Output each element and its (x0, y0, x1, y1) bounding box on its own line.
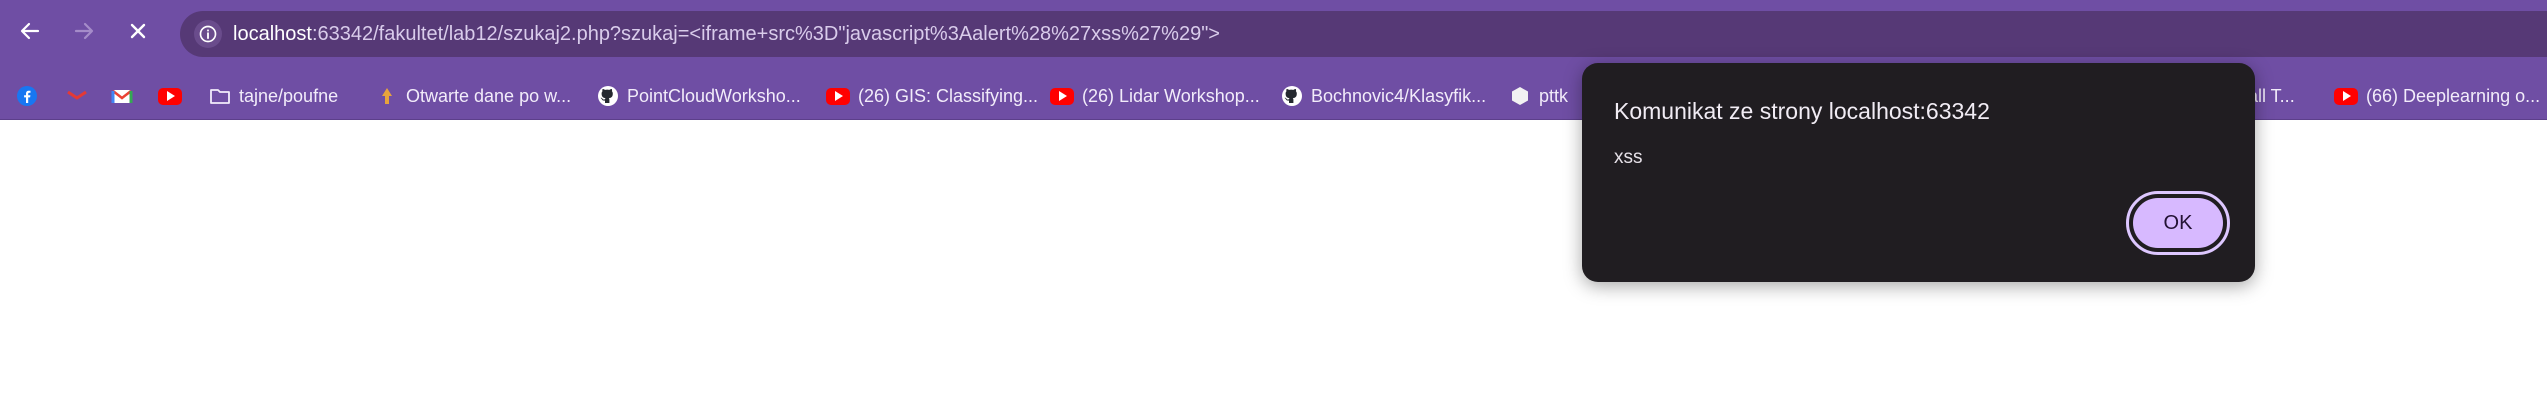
dialog-message: xss (1614, 147, 1643, 168)
bookmark-label: tajne/poufne (239, 85, 339, 106)
dialog-title: Komunikat ze strony localhost:63342 (1614, 98, 1990, 124)
bookmark-youtube[interactable] (158, 83, 182, 109)
folder-icon (209, 85, 231, 107)
facebook-icon (16, 85, 38, 107)
youtube-icon (1050, 87, 1074, 105)
bookmark-facebook[interactable] (16, 83, 38, 109)
ok-button-focus-ring: OK (2126, 191, 2230, 255)
site-icon (376, 85, 398, 107)
bookmark-bochnovic[interactable]: Bochnovic4/Klasyfik... (1281, 83, 1486, 109)
bookmark-label: pttk (1539, 85, 1569, 106)
alert-dialog: Komunikat ze strony localhost:63342 xss … (1582, 63, 2255, 282)
youtube-icon (158, 87, 182, 105)
bookmark-label: Otwarte dane po w... (406, 85, 572, 106)
bookmark-gis-classifying[interactable]: (26) GIS: Classifying... (826, 83, 1038, 109)
bookmark-label: (26) Lidar Workshop... (1082, 85, 1260, 106)
bookmark-mail[interactable] (66, 83, 88, 109)
bookmark-lidar-workshop[interactable]: (26) Lidar Workshop... (1050, 83, 1260, 109)
url-host: localhost (233, 23, 312, 45)
forward-arrow-icon (74, 22, 94, 40)
youtube-icon (2334, 87, 2358, 105)
youtube-icon (826, 87, 850, 105)
gmail-icon (111, 85, 133, 107)
bookmark-otwarte-dane[interactable]: Otwarte dane po w... (376, 83, 571, 109)
bookmark-gmail[interactable] (111, 83, 133, 109)
bookmark-folder[interactable]: tajne/poufne (209, 83, 338, 109)
info-icon (199, 25, 217, 43)
bookmark-pointcloud[interactable]: PointCloudWorksho... (597, 83, 801, 109)
github-icon (597, 85, 619, 107)
hexagon-icon (1509, 85, 1531, 107)
bookmark-pttk[interactable]: pttk (1509, 83, 1568, 109)
bookmark-label: (26) GIS: Classifying... (858, 85, 1039, 106)
bookmark-label: PointCloudWorksho... (627, 85, 801, 106)
mail-icon (66, 85, 88, 107)
bookmark-label: (66) Deeplearning o... (2366, 85, 2541, 106)
forward-button[interactable] (65, 12, 103, 50)
bookmark-deeplearning[interactable]: (66) Deeplearning o... (2334, 83, 2540, 109)
bookmark-label: Bochnovic4/Klasyfik... (1311, 85, 1487, 106)
ok-button[interactable]: OK (2133, 198, 2223, 248)
url-path: :63342/fakultet/lab12/szukaj2.php?szukaj… (311, 23, 1220, 45)
address-url[interactable]: localhost:63342/fakultet/lab12/szukaj2.p… (233, 20, 1220, 48)
site-info-button[interactable] (194, 20, 222, 48)
back-arrow-icon (20, 22, 40, 40)
stop-loading-button[interactable] (119, 12, 157, 50)
close-icon (130, 23, 146, 39)
browser-toolbar: localhost:63342/fakultet/lab12/szukaj2.p… (0, 0, 2547, 71)
github-icon (1281, 85, 1303, 107)
back-button[interactable] (11, 12, 49, 50)
